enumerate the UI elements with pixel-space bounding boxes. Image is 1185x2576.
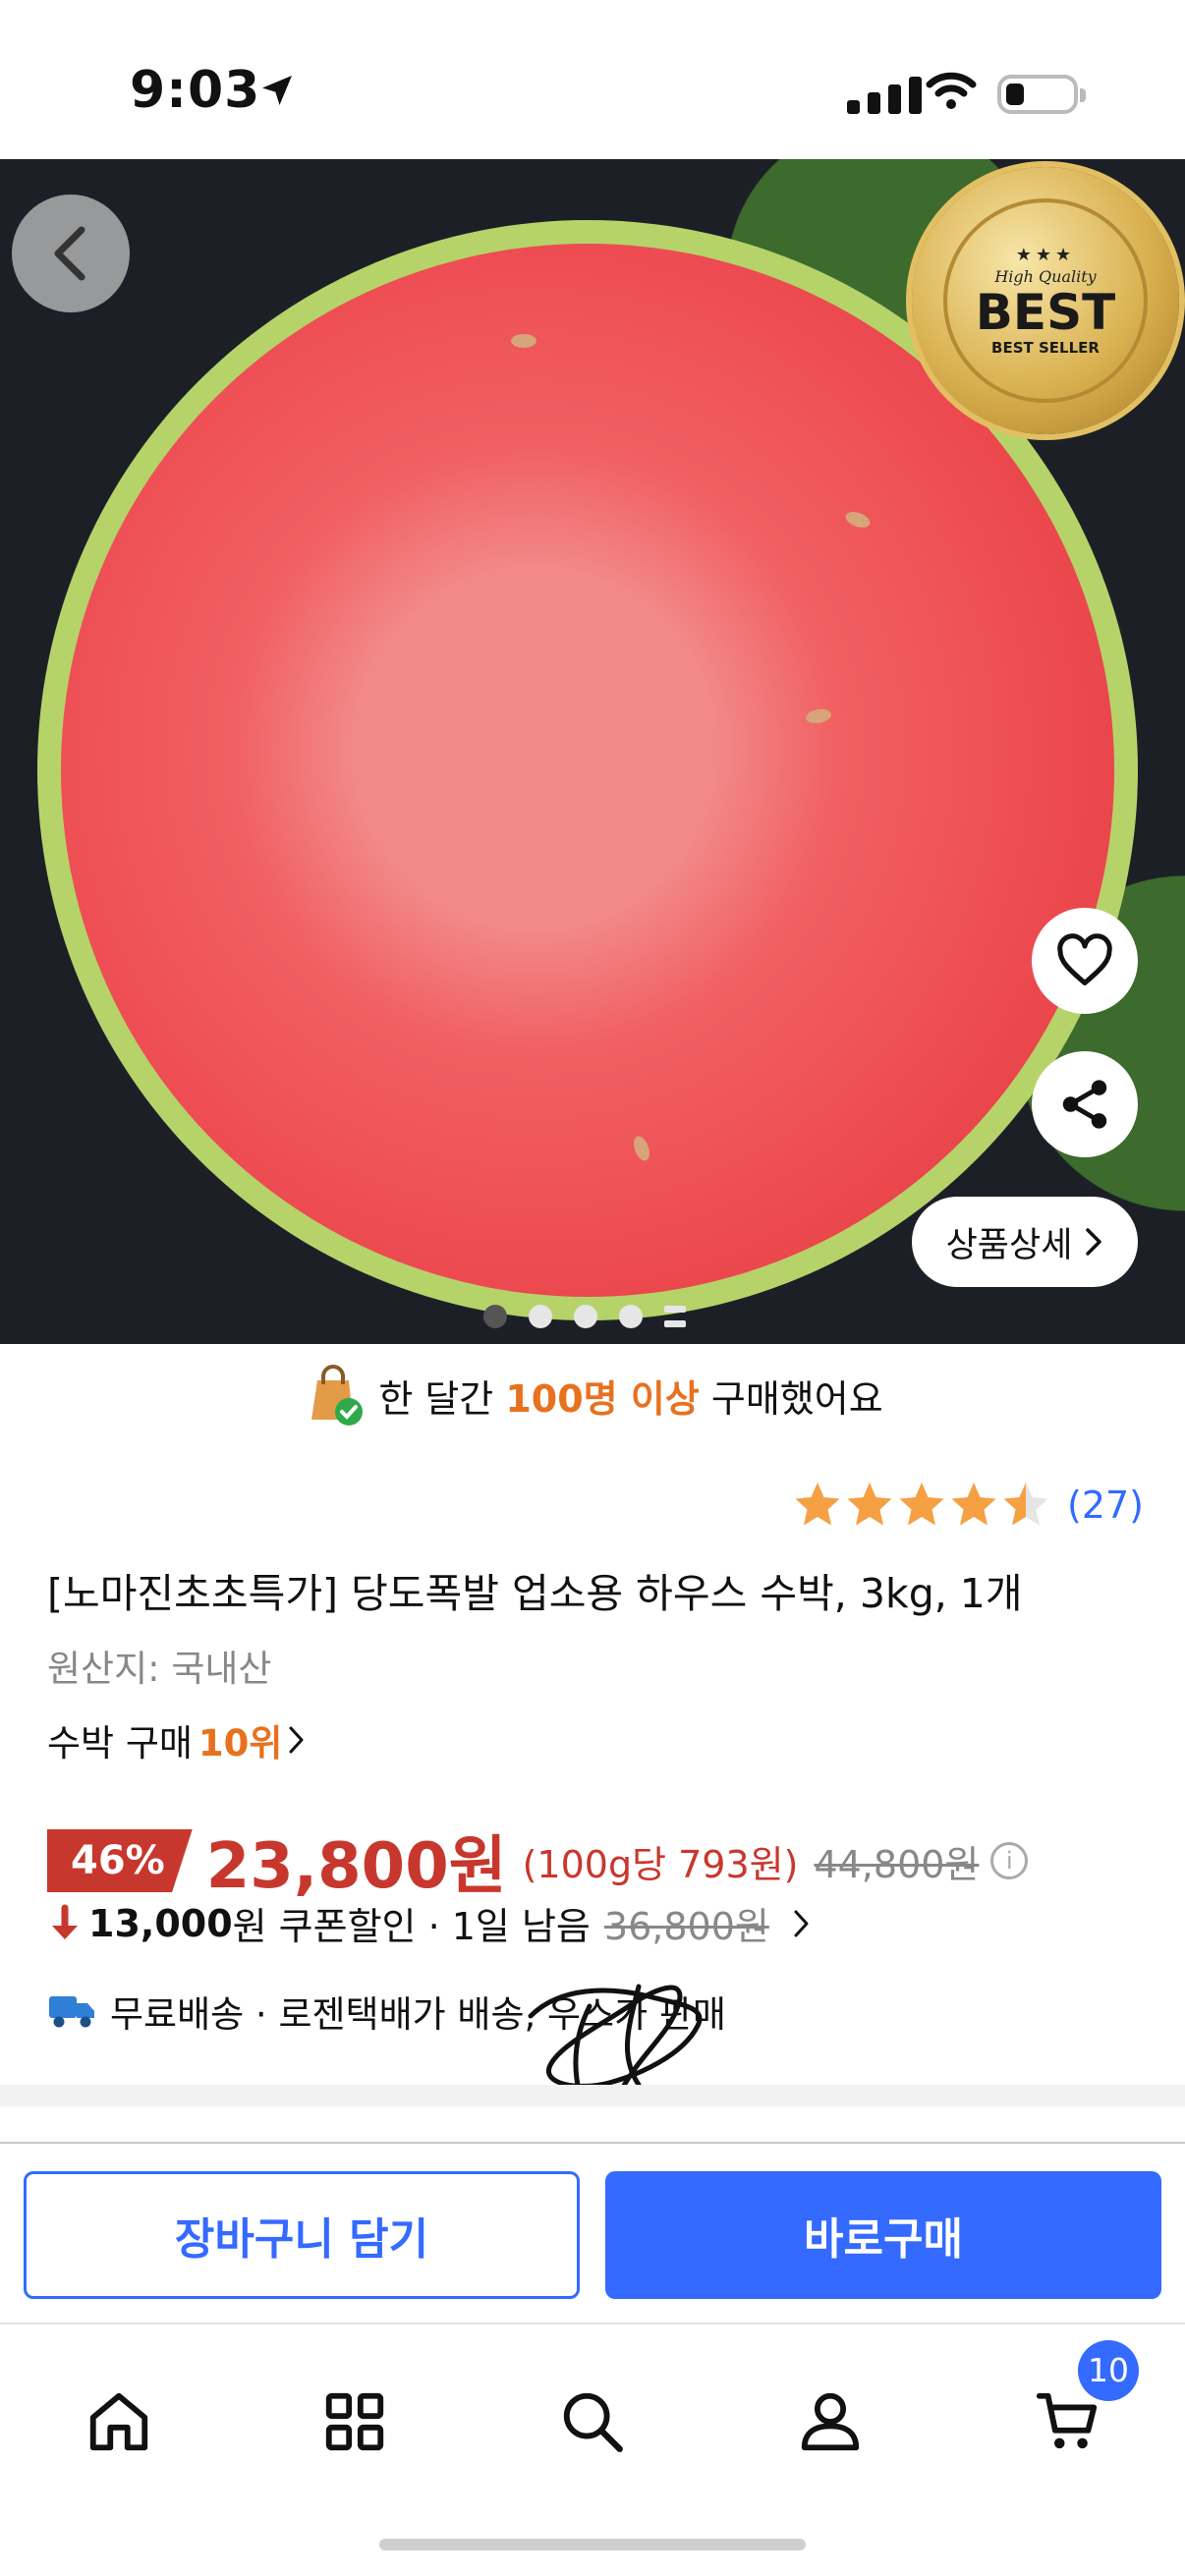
nav-home[interactable]	[65, 2368, 173, 2476]
section-separator	[0, 2085, 1185, 2106]
carousel-dot[interactable]	[574, 1305, 597, 1328]
divider	[0, 2142, 1185, 2144]
coupon-text: 원 쿠폰할인 · 1일 남음	[232, 1905, 591, 1948]
cart-count-badge: 10	[1078, 2340, 1139, 2401]
location-arrow-icon	[257, 71, 297, 114]
product-title: [노마진초초특가] 당도폭발 업소용 하우스 수박, 3kg, 1개	[47, 1570, 1023, 1617]
product-detail-label: 상품상세	[945, 1225, 1073, 1265]
original-price: 44,800원	[814, 1842, 980, 1886]
delivery-truck-icon	[49, 1996, 94, 2028]
purchase-count-note: 한 달간 100명 이상 구매했어요	[0, 1360, 1185, 1430]
chevron-right-icon	[289, 1726, 304, 1754]
watermelon-flesh	[61, 244, 1114, 1297]
heart-icon	[1057, 933, 1112, 985]
rank-value: 10위	[198, 1722, 283, 1764]
rank-prefix: 수박 구매	[47, 1722, 193, 1764]
search-icon	[563, 2392, 623, 2452]
price-row: 46% 23,800원 (100g당 793원) 44,800원 i	[47, 1816, 1029, 1906]
category-rank-link[interactable]: 수박 구매 10위	[47, 1713, 306, 1766]
shopping-bag-check-icon	[311, 1365, 364, 1426]
coupon-discount-row[interactable]: 13,000 원 쿠폰할인 · 1일 남음 36,800원	[47, 1896, 811, 1950]
nav-my-account[interactable]	[776, 2368, 884, 2476]
nav-categories[interactable]	[301, 2368, 409, 2476]
arrow-down-icon	[52, 1904, 78, 1939]
image-carousel-indicator	[483, 1305, 686, 1328]
info-icon[interactable]: i	[990, 1842, 1029, 1879]
product-origin: 원산지: 국내산	[47, 1648, 272, 1690]
badge-title: BEST	[975, 284, 1116, 341]
user-icon	[801, 2392, 860, 2451]
purchase-note-suffix: 구매했어요	[699, 1376, 883, 1421]
wifi-icon	[926, 71, 977, 114]
carousel-dot[interactable]	[529, 1305, 552, 1328]
rating[interactable]: (27)	[792, 1480, 1144, 1531]
coupon-original-price: 36,800원	[603, 1905, 769, 1948]
discount-badge: 46%	[47, 1829, 193, 1892]
star-rating-icon	[795, 1483, 1048, 1526]
battery-icon	[997, 75, 1086, 114]
home-icon	[89, 2392, 148, 2451]
chevron-right-icon	[794, 1910, 809, 1936]
grid-icon	[325, 2392, 384, 2451]
chevron-right-icon	[1086, 1228, 1102, 1256]
chevron-left-icon	[54, 226, 85, 281]
status-time: 9:03	[130, 61, 261, 120]
sale-price: 23,800원	[205, 1830, 507, 1903]
home-indicator[interactable]	[379, 2539, 806, 2550]
wishlist-button[interactable]	[1032, 908, 1138, 1014]
unit-price: (100g당 793원)	[522, 1842, 799, 1886]
carousel-more-icon[interactable]	[664, 1306, 686, 1327]
back-button[interactable]	[12, 195, 130, 312]
cellular-signal-icon	[847, 77, 922, 114]
share-button[interactable]	[1032, 1051, 1138, 1157]
cart-icon	[1036, 2392, 1098, 2449]
share-icon	[1062, 1080, 1107, 1129]
best-seller-badge: ★★★ High Quality BEST BEST SELLER	[912, 167, 1179, 434]
status-bar: 9:03	[0, 0, 1185, 159]
product-detail-button[interactable]: 상품상세	[912, 1197, 1138, 1287]
carousel-dot[interactable]	[619, 1305, 643, 1328]
nav-search[interactable]	[538, 2368, 647, 2476]
badge-subtitle: BEST SELLER	[991, 339, 1100, 357]
coupon-amount: 13,000	[88, 1901, 233, 1945]
badge-stars: ★★★	[1015, 245, 1076, 265]
carousel-dot[interactable]	[483, 1305, 507, 1328]
purchase-note-highlight: 100명 이상	[505, 1376, 700, 1421]
add-to-cart-button[interactable]: 장바구니 담기	[24, 2171, 580, 2299]
review-count[interactable]: (27)	[1067, 1484, 1144, 1527]
buy-now-button[interactable]: 바로구매	[605, 2171, 1161, 2299]
divider	[0, 2323, 1185, 2324]
purchase-note-prefix: 한 달간	[378, 1376, 506, 1421]
